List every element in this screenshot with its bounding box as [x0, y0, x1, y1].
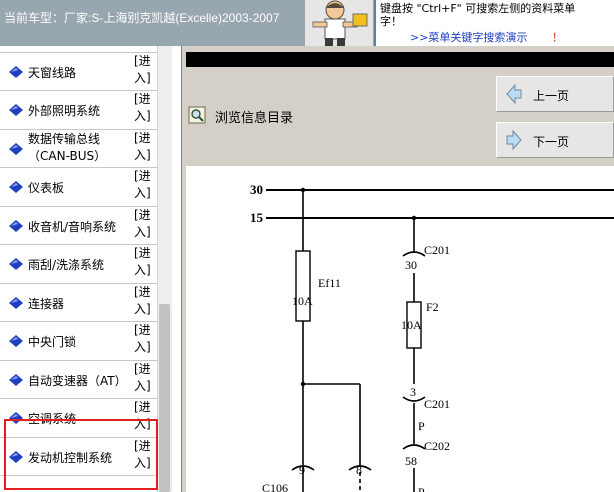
- sidebar-item-radio-audio[interactable]: 收音机/音响系统 [进入]: [0, 207, 157, 245]
- c202-label: C202: [424, 439, 450, 453]
- c201-top-pin: 30: [405, 258, 417, 272]
- sidebar-item-instrument-panel[interactable]: 仪表板 [进入]: [0, 168, 157, 207]
- magnifier-icon: [188, 106, 206, 124]
- enter-link[interactable]: [进入]: [134, 130, 156, 164]
- sidebar-item-can-bus[interactable]: 数据传输总线 （CAN-BUS） [进入]: [0, 130, 157, 168]
- diamond-icon: [9, 65, 23, 78]
- sidebar-item-exterior-lighting[interactable]: 外部照明系统 [进入]: [0, 91, 157, 130]
- sidebar-item-label-line1: 数据传输总线: [28, 131, 101, 146]
- sidebar-item-label: 中央门锁: [28, 335, 77, 349]
- diamond-icon: [9, 373, 23, 386]
- enter-link[interactable]: [进入]: [134, 361, 156, 395]
- browse-directory-button[interactable]: 浏览信息目录: [186, 102, 306, 128]
- tip-exclamation: ！: [552, 31, 563, 44]
- sidebar-item-label: 自动变速器（AT）: [28, 373, 127, 388]
- sidebar-item-connectors[interactable]: 连接器 [进入]: [0, 284, 157, 322]
- browse-directory-label: 浏览信息目录: [215, 111, 294, 126]
- c201-bottom-pin: 3: [410, 385, 416, 399]
- sidebar-item-central-locking[interactable]: 中央门锁 [进入]: [0, 322, 157, 361]
- diamond-icon: [9, 296, 23, 309]
- enter-link[interactable]: [进入]: [134, 322, 156, 356]
- bus-15-label: 15: [250, 210, 264, 225]
- c106-label: C106: [262, 481, 288, 492]
- diamond-icon: [9, 104, 23, 116]
- sidebar-scrollbar-thumb[interactable]: [159, 304, 170, 492]
- bus-30-label: 30: [250, 182, 263, 197]
- arrow-right-icon: [506, 129, 522, 151]
- selection-highlight-box: [4, 419, 158, 490]
- search-tip-text-cont: 字！: [380, 15, 402, 28]
- sidebar-item-label: 天窗线路: [28, 65, 77, 80]
- wire-color-p2: P: [418, 485, 425, 492]
- enter-link[interactable]: [进入]: [134, 168, 156, 202]
- mascot-image: [305, 0, 373, 46]
- sidebar-item-label: 雨刮/洗涤系统: [28, 258, 105, 272]
- c202-pin: 58: [405, 454, 417, 468]
- fuse-ef11: [295, 250, 311, 322]
- diamond-icon: [9, 335, 23, 347]
- enter-link[interactable]: [进入]: [134, 53, 156, 87]
- search-demo-link[interactable]: >>菜单关键字搜索演示: [410, 29, 527, 45]
- wiring-diagram: 30 15 Ef11 10A 9 8 C106 C201 30 F2 10A 3…: [186, 166, 614, 492]
- next-page-label: 下一页: [533, 135, 570, 149]
- content-header-bar: [186, 52, 614, 67]
- c106-pin9: 9: [299, 463, 305, 477]
- enter-link[interactable]: [进入]: [134, 207, 156, 241]
- sidebar-item-label: 仪表板: [28, 181, 65, 195]
- c201-top-label: C201: [424, 243, 450, 257]
- fuse-f2-rating: 10A: [401, 318, 422, 332]
- prev-page-button[interactable]: 上一页: [496, 76, 614, 112]
- sidebar-item-label-line2: （CAN-BUS）: [28, 148, 107, 163]
- diamond-icon: [9, 142, 23, 155]
- diamond-icon: [9, 219, 23, 232]
- search-tip-text: 键盘按 "Ctrl+F" 可搜索左侧的资料菜单: [380, 2, 576, 15]
- prev-page-label: 上一页: [533, 89, 570, 103]
- enter-link[interactable]: [进入]: [134, 245, 156, 279]
- sidebar-item-wiper-washer[interactable]: 雨刮/洗涤系统 [进入]: [0, 245, 157, 284]
- enter-link[interactable]: [进入]: [134, 91, 156, 125]
- enter-link[interactable]: [进入]: [134, 284, 156, 318]
- c201-bottom-label: C201: [424, 397, 450, 411]
- diamond-icon: [9, 181, 23, 193]
- sidebar-item-sunroof[interactable]: 天窗线路 [进入]: [0, 53, 157, 91]
- sidebar-item-automatic-transmission[interactable]: 自动变速器（AT） [进入]: [0, 361, 157, 399]
- sidebar-item-label: 外部照明系统: [28, 104, 101, 118]
- sidebar-item-label: 连接器: [28, 296, 65, 311]
- fuse-ef11-rating: 10A: [292, 294, 313, 308]
- fuse-ef11-label: Ef11: [318, 276, 341, 290]
- wire-color-p: P: [418, 419, 425, 433]
- current-car-model: 当前车型：厂家:S-上海别克凯越(Excelle)2003-2007: [4, 11, 280, 25]
- c106-pin8: 8: [356, 463, 362, 477]
- sidebar-item-label: 数据传输总线 （CAN-BUS）: [28, 131, 106, 165]
- next-page-button[interactable]: 下一页: [496, 122, 614, 158]
- search-tip-box: 键盘按 "Ctrl+F" 可搜索左侧的资料菜单 字！ >>菜单关键字搜索演示 ！: [374, 0, 614, 46]
- content-left-margin: [172, 46, 182, 492]
- fuse-f2-label: F2: [426, 300, 439, 314]
- arrow-left-icon: [506, 83, 522, 105]
- sidebar-item-label: 收音机/音响系统: [28, 219, 117, 234]
- diamond-icon: [9, 258, 23, 270]
